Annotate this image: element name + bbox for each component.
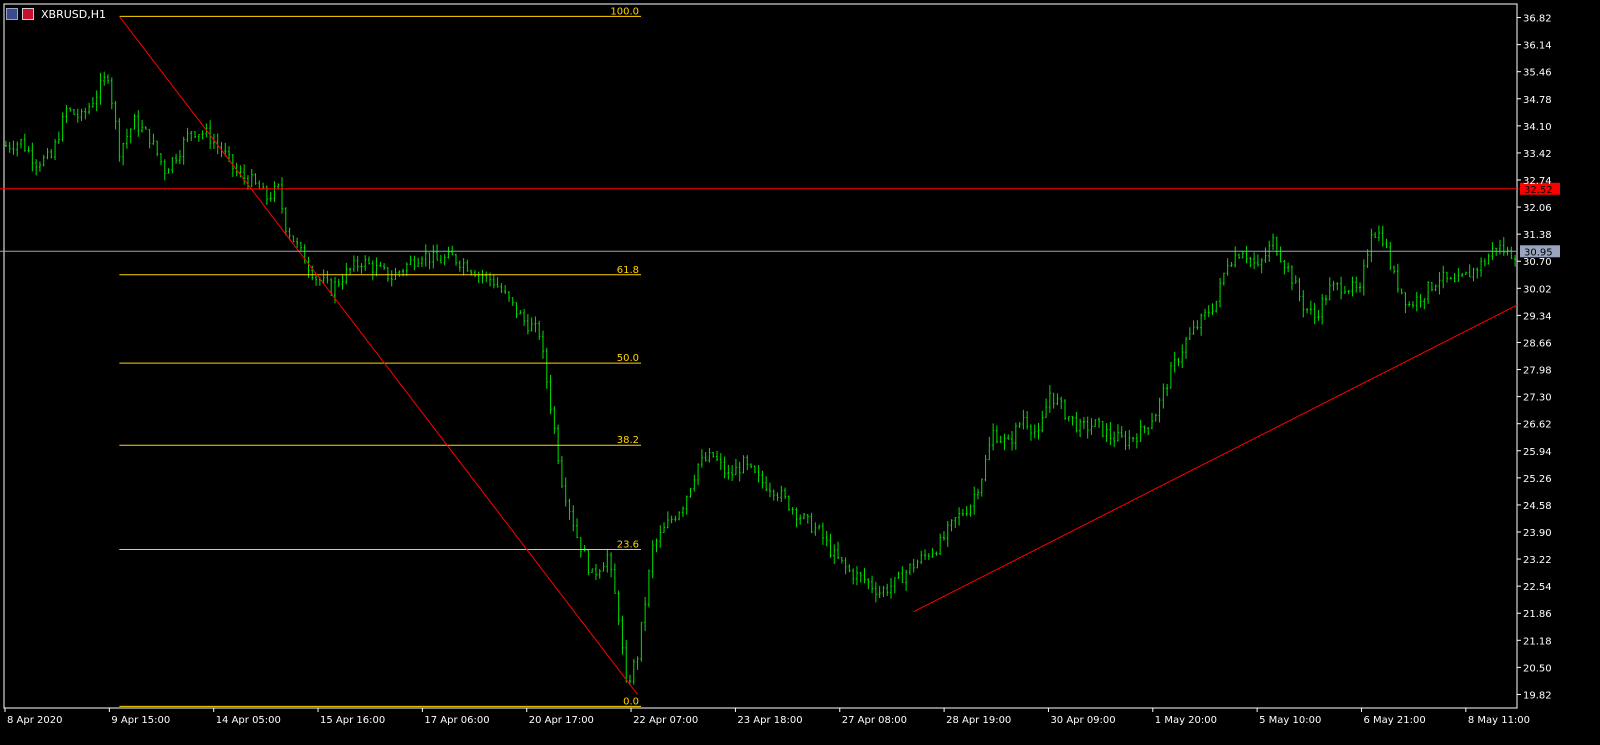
price-tick-label: 34.78 xyxy=(1523,95,1552,106)
price-tick-label: 30.02 xyxy=(1523,284,1552,295)
time-tick-label: 20 Apr 17:00 xyxy=(529,715,594,726)
trendline xyxy=(913,304,1518,613)
time-tick-label: 8 Apr 2020 xyxy=(7,715,62,726)
price-tick-label: 36.82 xyxy=(1523,14,1552,25)
price-tick-label: 23.90 xyxy=(1523,528,1552,539)
time-tick-label: 23 Apr 18:00 xyxy=(737,715,802,726)
time-tick-label: 1 May 20:00 xyxy=(1155,715,1217,726)
time-tick-label: 6 May 21:00 xyxy=(1363,715,1425,726)
price-tick-label: 27.98 xyxy=(1523,366,1552,377)
price-tick-label: 29.34 xyxy=(1523,311,1552,322)
price-tick-label: 27.30 xyxy=(1523,393,1552,404)
price-tick-label: 30.70 xyxy=(1523,257,1552,268)
price-tick-label: 21.18 xyxy=(1523,636,1552,647)
price-tick-label: 32.74 xyxy=(1523,176,1552,187)
fib-level-label: 23.6 xyxy=(617,540,639,551)
fib-level-label: 38.2 xyxy=(617,435,639,446)
price-tick-label: 20.50 xyxy=(1523,663,1552,674)
price-tick-label: 32.06 xyxy=(1523,203,1552,214)
time-tick-label: 15 Apr 16:00 xyxy=(320,715,385,726)
flag-icon xyxy=(22,8,34,20)
price-tick-label: 23.22 xyxy=(1523,555,1552,566)
chart-title-bar: XBRUSD,H1 xyxy=(6,6,106,22)
time-tick-label: 27 Apr 08:00 xyxy=(842,715,907,726)
price-tick-label: 19.82 xyxy=(1523,690,1552,701)
price-tick-label: 24.58 xyxy=(1523,501,1552,512)
time-tick-label: 28 Apr 19:00 xyxy=(946,715,1011,726)
chart-window[interactable]: XBRUSD,H1 100.0 61.8 50.0 38.2 23.6 0.0 32.52 3… xyxy=(0,0,1600,745)
time-tick-label: 14 Apr 05:00 xyxy=(216,715,281,726)
price-tick-label: 28.66 xyxy=(1523,338,1552,349)
fib-level-label: 100.0 xyxy=(610,6,639,17)
chart-frame xyxy=(3,3,1518,709)
time-tick-label: 9 Apr 15:00 xyxy=(111,715,170,726)
price-tick-label: 22.54 xyxy=(1523,582,1552,593)
price-tick-label: 33.42 xyxy=(1523,149,1552,160)
price-tick-label: 31.38 xyxy=(1523,230,1552,241)
time-tick-label: 30 Apr 09:00 xyxy=(1050,715,1115,726)
price-tick-label: 36.14 xyxy=(1523,41,1552,52)
symbol-timeframe-title: XBRUSD,H1 xyxy=(41,7,106,21)
fib-level-label: 0.0 xyxy=(623,696,639,707)
window-menu-icon[interactable] xyxy=(6,8,18,20)
price-tick-label: 34.10 xyxy=(1523,122,1552,133)
fib-level-label: 50.0 xyxy=(617,353,639,364)
price-tick-label: 21.86 xyxy=(1523,609,1552,620)
price-tick-label: 26.62 xyxy=(1523,420,1552,431)
time-tick-label: 17 Apr 06:00 xyxy=(424,715,489,726)
fib-level-label: 61.8 xyxy=(617,265,639,276)
price-tick-label: 35.46 xyxy=(1523,68,1552,79)
time-tick-label: 5 May 10:00 xyxy=(1259,715,1321,726)
price-tick-label: 25.26 xyxy=(1523,474,1552,485)
price-chart[interactable]: 100.061.850.038.223.60.032.5230.9536.823… xyxy=(0,0,1600,745)
trendline xyxy=(118,16,638,695)
time-tick-label: 8 May 11:00 xyxy=(1468,715,1530,726)
time-tick-label: 22 Apr 07:00 xyxy=(633,715,698,726)
price-tick-label: 25.94 xyxy=(1523,447,1552,458)
